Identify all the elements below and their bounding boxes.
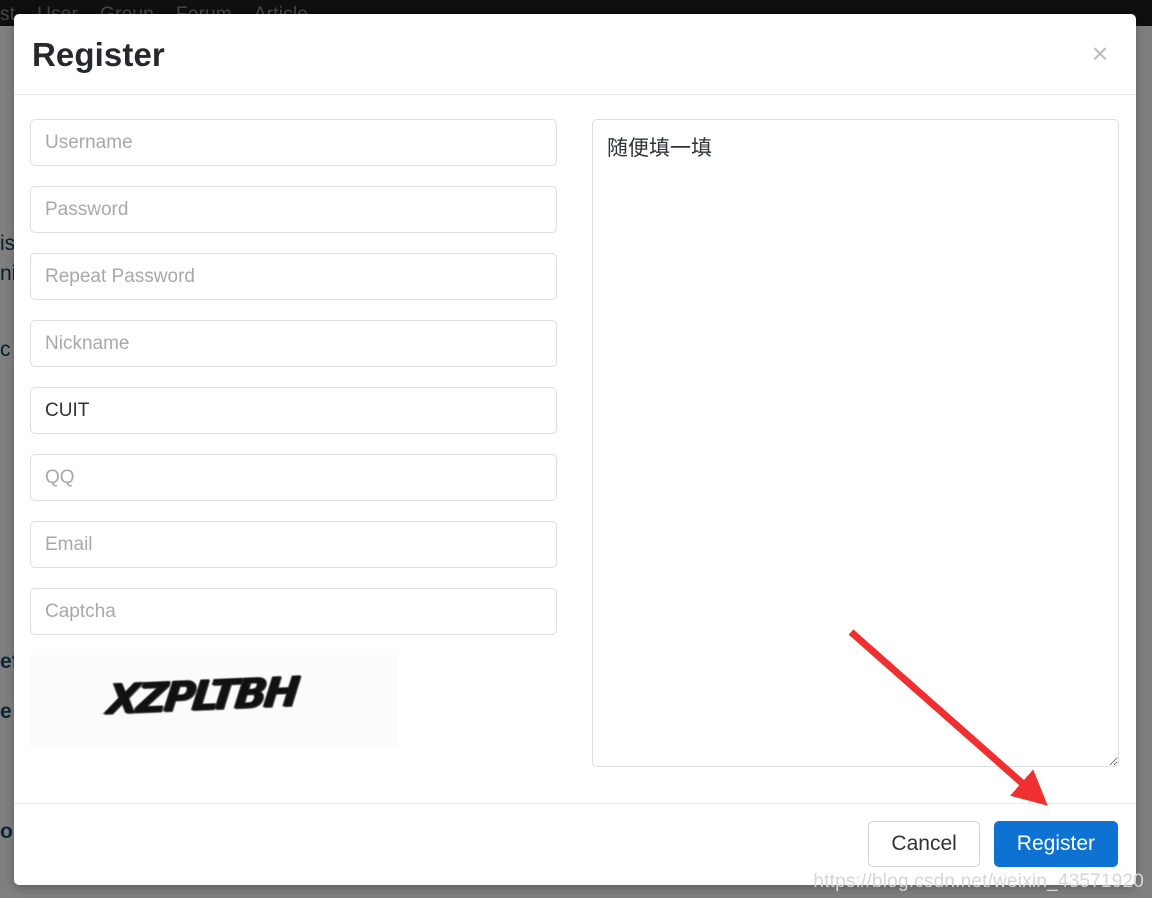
- close-icon[interactable]: ×: [1082, 36, 1118, 72]
- captcha-input[interactable]: [30, 588, 557, 635]
- qq-input[interactable]: [30, 454, 557, 501]
- nickname-input[interactable]: [30, 320, 557, 367]
- page-title: Register: [32, 36, 165, 73]
- repeat-password-input[interactable]: [30, 253, 557, 300]
- watermark-text: https://blog.csdn.net/weixin_43571920: [813, 871, 1144, 892]
- cancel-button[interactable]: Cancel: [868, 821, 980, 867]
- modal-header: Register ×: [14, 14, 1136, 95]
- register-modal: Register × XZPLTBH Cancel Register: [14, 14, 1136, 885]
- register-button[interactable]: Register: [993, 821, 1118, 867]
- captcha-image-text: XZPLTBH: [104, 666, 300, 725]
- description-textarea[interactable]: [592, 119, 1119, 767]
- cuit-input[interactable]: [30, 387, 557, 434]
- password-input[interactable]: [30, 186, 557, 233]
- username-input[interactable]: [30, 119, 557, 166]
- note-column: [592, 119, 1119, 772]
- registration-form: XZPLTBH: [30, 119, 557, 747]
- captcha-image[interactable]: XZPLTBH: [30, 655, 397, 747]
- email-input[interactable]: [30, 521, 557, 568]
- modal-body: XZPLTBH: [14, 95, 1136, 803]
